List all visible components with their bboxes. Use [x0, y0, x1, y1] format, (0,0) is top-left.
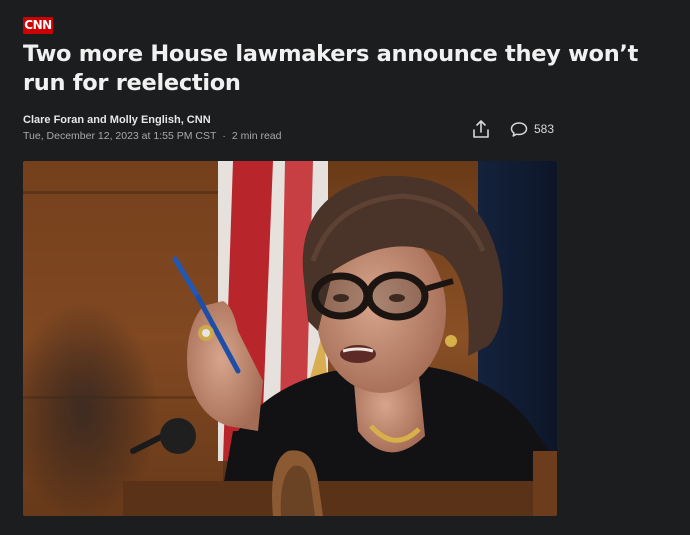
cnn-logo[interactable]: CNN: [23, 17, 53, 34]
share-button[interactable]: [471, 119, 491, 139]
comment-count: 583: [534, 122, 555, 136]
article-byline: Clare Foran and Molly English, CNN: [23, 114, 211, 126]
read-time: 2 min read: [231, 130, 282, 142]
article-meta: Tue, December 12, 2023 at 1:55 PM CST · 2 …: [23, 130, 281, 142]
hero-image[interactable]: [23, 161, 557, 516]
comment-bubble-icon: [510, 121, 528, 137]
meta-separator: ·: [222, 130, 226, 142]
article-headline: Two more House lawmakers announce they w…: [23, 41, 639, 96]
comments-button[interactable]: 583: [510, 120, 554, 138]
hero-photo: [23, 161, 557, 516]
publish-date: Tue, December 12, 2023 at 1:55 PM CST: [23, 130, 217, 142]
share-icon: [473, 120, 489, 138]
